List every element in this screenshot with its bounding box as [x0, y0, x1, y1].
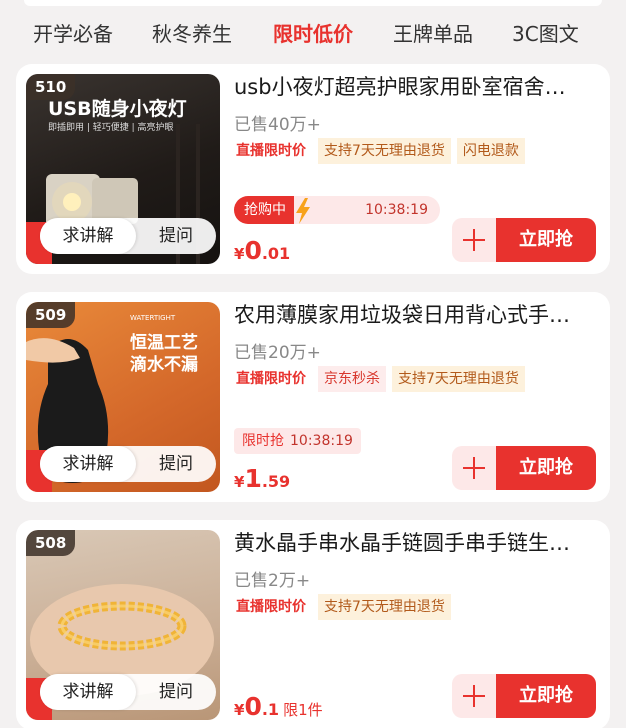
product-title[interactable]: 农用薄膜家用垃圾袋日用背心式手…	[234, 300, 598, 330]
sold-count: 已售2万+	[234, 571, 311, 591]
currency-symbol: ¥	[234, 701, 245, 719]
price: ¥0.1 限1件	[234, 692, 323, 721]
flash-label: 抢购中	[234, 196, 294, 224]
flash-sale-timer: 限时抢 10:38:19	[234, 428, 361, 454]
add-to-cart-icon[interactable]	[452, 674, 496, 718]
product-image[interactable]: 508 求讲解 提问	[26, 530, 220, 720]
countdown-time: 10:38:19	[290, 433, 353, 449]
flash-label: 限时抢	[242, 433, 284, 449]
tab-school[interactable]: 开学必备	[33, 14, 113, 54]
countdown-time: 10:38:19	[365, 202, 428, 218]
tag-live-price: 直播限时价	[236, 599, 306, 615]
ask-buttons: 求讲解 提问	[40, 446, 216, 482]
product-card[interactable]: 508 求讲解 提问 黄水晶手串水晶手链圆手串手链生… 已售2万+ 直播限时价支…	[16, 520, 610, 728]
product-image[interactable]: USB随身小夜灯 即插即用 | 轻巧便捷 | 高亮护眼 510 求讲解 提问	[26, 74, 220, 264]
currency-symbol: ¥	[234, 473, 245, 491]
price: ¥1.59	[234, 464, 290, 493]
buy-now-button[interactable]: 立即抢	[496, 218, 596, 262]
product-card[interactable]: USB随身小夜灯 即插即用 | 轻巧便捷 | 高亮护眼 510 求讲解 提问 u…	[16, 64, 610, 274]
action-buttons: 立即抢	[452, 446, 596, 490]
tag-return: 支持7天无理由退货	[392, 366, 525, 392]
buy-now-button[interactable]: 立即抢	[496, 674, 596, 718]
price-dec: .1	[261, 700, 280, 719]
rank-badge: 510	[26, 74, 76, 100]
product-card[interactable]: 恒温工艺 滴水不漏 WATERTIGHT 509 求讲解 提问 农用薄膜家用垃圾…	[16, 292, 610, 502]
sold-count: 已售40万+	[234, 115, 321, 135]
tag-jd-seckill: 京东秒杀	[318, 366, 386, 392]
tag-return: 支持7天无理由退货	[318, 594, 451, 620]
image-subcaption: 即插即用 | 轻巧便捷 | 高亮护眼	[48, 123, 174, 133]
tag-fast-refund: 闪电退款	[456, 138, 525, 164]
tag-live-price: 直播限时价	[236, 143, 306, 159]
tag-row: 直播限时价 支持7天无理由退货	[234, 594, 457, 620]
ask-explain-button[interactable]: 求讲解	[40, 446, 136, 482]
previous-card-edge	[24, 0, 602, 6]
category-tabs: 开学必备 秋冬养生 限时低价 王牌单品 3C图文	[0, 14, 626, 54]
add-to-cart-icon[interactable]	[452, 218, 496, 262]
ask-buttons: 求讲解 提问	[40, 674, 216, 710]
price-int: 0	[244, 692, 262, 721]
ask-question-button[interactable]: 提问	[136, 218, 216, 254]
price-dec: .01	[261, 244, 291, 263]
rank-badge: 508	[26, 530, 76, 556]
price: ¥0.01	[234, 236, 290, 265]
price-int: 0	[244, 236, 262, 265]
image-caption: 恒温工艺 滴水不漏	[130, 333, 198, 375]
price-dec: .59	[261, 472, 291, 491]
tab-3c[interactable]: 3C图文	[512, 14, 579, 54]
product-title[interactable]: 黄水晶手串水晶手链圆手串手链生…	[234, 528, 598, 558]
action-buttons: 立即抢	[452, 674, 596, 718]
add-to-cart-icon[interactable]	[452, 446, 496, 490]
sold-count: 已售20万+	[234, 343, 321, 363]
ask-question-button[interactable]: 提问	[136, 674, 216, 710]
tab-trump-items[interactable]: 王牌单品	[393, 14, 473, 54]
currency-symbol: ¥	[234, 245, 245, 263]
tag-return: 支持7天无理由退货	[318, 138, 451, 164]
image-subcaption: WATERTIGHT	[130, 314, 176, 322]
rank-badge: 509	[26, 302, 76, 328]
product-image[interactable]: 恒温工艺 滴水不漏 WATERTIGHT 509 求讲解 提问	[26, 302, 220, 492]
action-buttons: 立即抢	[452, 218, 596, 262]
product-title[interactable]: usb小夜灯超亮护眼家用卧室宿舍…	[234, 72, 598, 102]
tag-row: 直播限时价 京东秒杀 支持7天无理由退货	[234, 366, 531, 392]
ask-buttons: 求讲解 提问	[40, 218, 216, 254]
tag-row: 直播限时价 支持7天无理由退货 闪电退款	[234, 138, 531, 164]
ask-explain-button[interactable]: 求讲解	[40, 218, 136, 254]
tab-flash-low-price[interactable]: 限时低价	[273, 14, 353, 54]
tag-live-price: 直播限时价	[236, 371, 306, 387]
price-int: 1	[244, 464, 262, 493]
buy-now-button[interactable]: 立即抢	[496, 446, 596, 490]
ask-explain-button[interactable]: 求讲解	[40, 674, 136, 710]
ask-question-button[interactable]: 提问	[136, 446, 216, 482]
tab-autumn-winter[interactable]: 秋冬养生	[152, 14, 232, 54]
purchase-limit: 限1件	[283, 701, 323, 719]
lightning-icon	[296, 198, 310, 224]
flash-sale-timer: 抢购中 10:38:19	[234, 196, 440, 224]
